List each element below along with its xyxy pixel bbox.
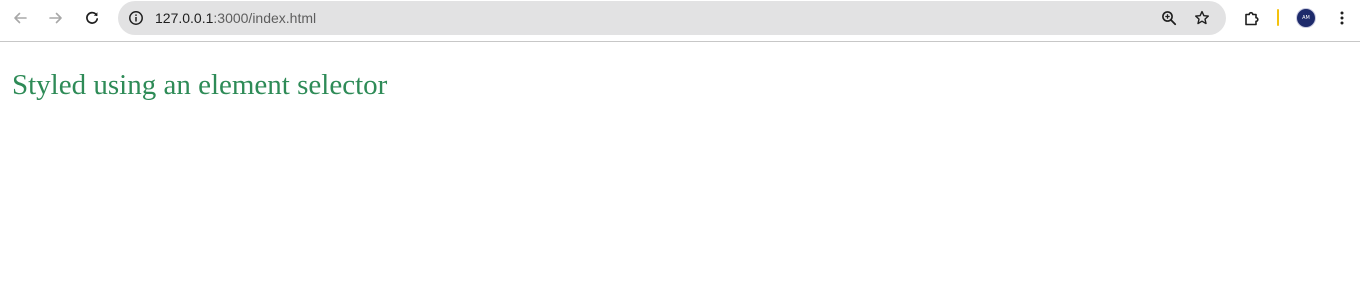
- back-button[interactable]: [6, 4, 34, 32]
- profile-button[interactable]: AM: [1292, 4, 1320, 32]
- page-heading: Styled using an element selector: [12, 69, 388, 101]
- browser-toolbar: 127.0.0.1:3000/index.html AM: [0, 0, 1360, 42]
- browser-menu-button[interactable]: [1328, 4, 1356, 32]
- avatar: AM: [1296, 8, 1316, 28]
- url-text[interactable]: 127.0.0.1:3000/index.html: [155, 9, 316, 27]
- reload-icon: [86, 11, 99, 24]
- zoom-in-icon: [1162, 11, 1177, 26]
- bookmark-button[interactable]: [1188, 4, 1216, 32]
- forward-button[interactable]: [42, 4, 70, 32]
- extensions-button[interactable]: [1238, 4, 1266, 32]
- site-info-button[interactable]: [122, 4, 150, 32]
- arrow-left-icon: [14, 12, 27, 24]
- address-bar[interactable]: 127.0.0.1:3000/index.html: [118, 1, 1226, 35]
- zoom-button[interactable]: [1155, 4, 1183, 32]
- three-dots-icon: [1340, 11, 1344, 25]
- puzzle-icon: [1245, 11, 1259, 26]
- url-path: :3000/index.html: [213, 10, 317, 26]
- reload-button[interactable]: [78, 4, 106, 32]
- info-icon: [129, 11, 143, 25]
- url-host: 127.0.0.1: [155, 10, 214, 26]
- page-content: Styled using an element selector: [0, 42, 1360, 297]
- star-icon: [1195, 10, 1209, 25]
- toolbar-separator: [1277, 9, 1279, 26]
- arrow-right-icon: [49, 12, 62, 24]
